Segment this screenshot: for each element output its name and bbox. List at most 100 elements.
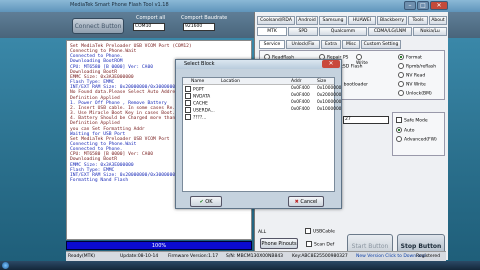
tab-huawei[interactable]: HUAWEI bbox=[348, 16, 376, 25]
block-checkbox[interactable] bbox=[185, 100, 191, 106]
tab-cdma-lg-lnm[interactable]: CDMA/LG/LNM bbox=[368, 27, 412, 36]
block-checkbox[interactable] bbox=[185, 86, 191, 92]
maximize-button[interactable]: □ bbox=[417, 1, 429, 10]
header-size: Size bbox=[317, 79, 327, 84]
option-nv-read[interactable]: NV Read bbox=[398, 72, 425, 79]
comport-label: Comport all bbox=[136, 15, 166, 21]
scan-def-option[interactable]: Scan Def bbox=[306, 241, 334, 248]
auto-radio-icon bbox=[396, 127, 402, 133]
mode-panel: Safe Mode Auto Advanced(FW) bbox=[392, 112, 445, 156]
mode-auto[interactable]: Auto bbox=[396, 127, 414, 134]
mode-safe[interactable]: Safe Mode bbox=[396, 117, 428, 124]
dialog-title: Select Block bbox=[184, 61, 215, 67]
comport-select[interactable]: COM10 bbox=[133, 23, 165, 31]
start-orb-icon[interactable] bbox=[2, 262, 9, 269]
window-titlebar: MediaTek Smart Phone Flash Tool v1.18 – … bbox=[0, 0, 480, 12]
tab-misc[interactable]: Misc bbox=[342, 40, 360, 49]
progress-bar: 100% bbox=[66, 241, 252, 250]
mid-tabs: MTK SPD Qualcomm CDMA/LG/LNM Nokia/Lu bbox=[257, 27, 447, 37]
status-update: Update:08-10-14 bbox=[120, 254, 159, 259]
dialog-close-button[interactable]: ✕ bbox=[322, 60, 340, 68]
status-registered: Registered bbox=[416, 254, 441, 259]
baudrate-label: Comport Baudrate bbox=[181, 15, 228, 21]
block-addr: 0x0F400 bbox=[291, 100, 310, 105]
radio-icon bbox=[398, 54, 404, 60]
block-rows: PGPT 0x0F400 0x1000000 NVDATA 0x0F400 0x20000… bbox=[183, 86, 341, 186]
window-title: MediaTek Smart Phone Flash Tool v1.18 bbox=[70, 2, 169, 8]
block-addr: 0x0F400 bbox=[291, 86, 310, 91]
option-unlock-bm-[interactable]: Unlock(BM) bbox=[398, 90, 432, 97]
scan-def-checkbox[interactable] bbox=[306, 241, 312, 247]
status-key: Key:ABC8E25500980327 bbox=[292, 254, 348, 259]
option-format[interactable]: Format bbox=[398, 54, 422, 61]
status-state: Ready(MTK) bbox=[68, 254, 96, 259]
block-row[interactable]: PGPT 0x0F400 0x1000000 bbox=[185, 86, 341, 93]
block-row[interactable]: USERDA... 0x0F400 0x1000000 bbox=[185, 107, 341, 114]
block-checkbox[interactable] bbox=[185, 114, 191, 120]
status-bar: Ready(MTK) Update:08-10-14 Firmware Vers… bbox=[66, 251, 446, 261]
tab-unlock-fix[interactable]: Unlock/Fix bbox=[286, 40, 320, 49]
block-row[interactable]: CACHE 0x0F400 0x1000000 bbox=[185, 100, 341, 107]
safe-mode-checkbox[interactable] bbox=[396, 117, 402, 123]
radio-icon bbox=[398, 63, 404, 69]
usb-cable-option[interactable]: USBCable bbox=[305, 228, 335, 235]
block-name: USERDA... bbox=[193, 108, 215, 114]
tab-service[interactable]: Service bbox=[259, 40, 285, 49]
connect-button[interactable]: Connect Button bbox=[72, 18, 124, 34]
tab-qualcomm[interactable]: Qualcomm bbox=[319, 27, 367, 36]
block-size: 0x1000000 bbox=[317, 86, 342, 91]
tab-about[interactable]: About bbox=[429, 16, 447, 25]
extra-field[interactable]: 27 bbox=[343, 116, 389, 124]
minimize-button[interactable]: – bbox=[404, 1, 416, 10]
block-addr: 0x0F400 bbox=[291, 93, 310, 98]
taskbar bbox=[0, 261, 480, 270]
tab-spd[interactable]: SPD bbox=[288, 27, 318, 36]
close-button[interactable]: ✕ bbox=[430, 1, 448, 10]
advanced-radio-icon bbox=[396, 136, 402, 142]
ok-check-icon: ✔ bbox=[199, 199, 204, 205]
tab-blackberry[interactable]: Blackberry bbox=[377, 16, 407, 25]
usb-cable-checkbox[interactable] bbox=[305, 228, 311, 234]
block-checkbox[interactable] bbox=[185, 93, 191, 99]
block-name: CACHE bbox=[193, 101, 208, 107]
sub-tabs: Service Unlock/Fix Extra Misc Custom Setting bbox=[259, 40, 447, 50]
radio-icon bbox=[398, 90, 404, 96]
select-block-dialog: Select Block ✕ Name Location Addr Size P… bbox=[175, 59, 342, 209]
radio-icon bbox=[356, 54, 362, 60]
block-size: 0x1000000 bbox=[317, 100, 342, 105]
block-list-header: Name Location Addr Size bbox=[183, 78, 334, 85]
mode-advanced[interactable]: Advanced(FW) bbox=[396, 136, 437, 143]
dialog-titlebar: Select Block bbox=[176, 60, 341, 69]
cancel-x-icon: ✖ bbox=[294, 199, 299, 205]
baudrate-select[interactable]: 921600 bbox=[183, 23, 215, 31]
status-firmware: Firmware Version:1.17 bbox=[168, 254, 219, 259]
top-tabs: Coolsand/RDA Android Samsung HUAWEI Blackber… bbox=[257, 16, 447, 26]
block-size: 0x2000000 bbox=[317, 93, 342, 98]
tab-coolsand-rda[interactable]: Coolsand/RDA bbox=[257, 16, 295, 25]
block-row[interactable]: NVDATA 0x0F400 0x2000000 bbox=[185, 93, 341, 100]
dialog-cancel-button[interactable]: ✖ Cancel bbox=[288, 196, 324, 207]
option-rpmb-reflash[interactable]: Rpmb/reflash bbox=[398, 63, 436, 70]
block-size: 0x1000000 bbox=[317, 107, 342, 112]
block-name: PGPT bbox=[193, 87, 205, 93]
radio-icon bbox=[398, 72, 404, 78]
tab-tools[interactable]: Tools bbox=[408, 16, 428, 25]
option-nv-write[interactable]: NV Write bbox=[398, 81, 426, 88]
status-sn: S/N: MBCM130X00NB843 bbox=[226, 254, 284, 259]
tab-extra[interactable]: Extra bbox=[321, 40, 341, 49]
block-name: NVDATA bbox=[193, 94, 211, 100]
block-name: ????... bbox=[193, 115, 207, 121]
header-name: Name bbox=[191, 79, 205, 84]
dialog-ok-button[interactable]: ✔ OK bbox=[190, 196, 222, 207]
tab-android[interactable]: Android bbox=[296, 16, 318, 25]
tab-samsung[interactable]: Samsung bbox=[319, 16, 347, 25]
block-checkbox[interactable] bbox=[185, 107, 191, 113]
phone-pinouts-button[interactable]: Phone Pinouts bbox=[260, 238, 298, 249]
radio-icon bbox=[398, 81, 404, 87]
header-location: Location bbox=[221, 79, 241, 84]
tab-custom-setting[interactable]: Custom Setting bbox=[361, 40, 401, 49]
tab-mtk[interactable]: MTK bbox=[257, 27, 287, 36]
mid-label: ALL bbox=[258, 230, 267, 235]
tab-nokia-lu[interactable]: Nokia/Lu bbox=[413, 27, 447, 36]
block-row[interactable]: ????... bbox=[185, 114, 333, 121]
